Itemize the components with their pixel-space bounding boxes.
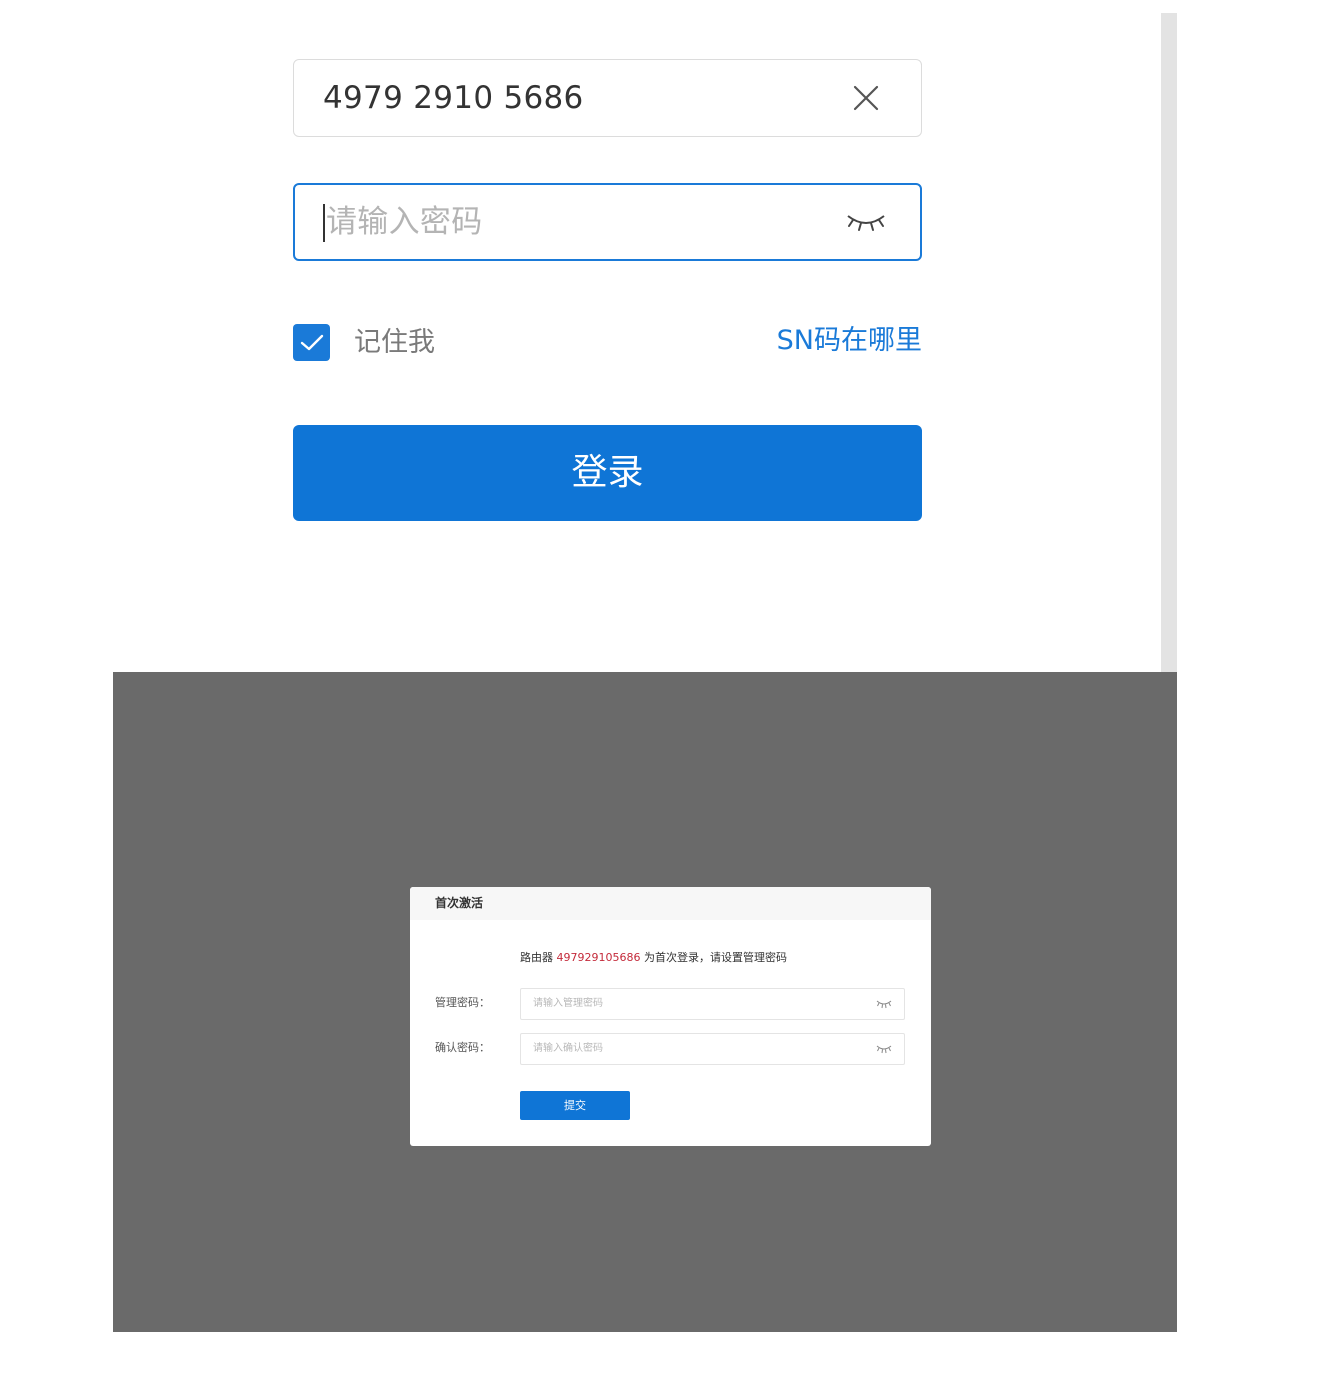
admin-password-input[interactable]: 请输入管理密码 (520, 988, 905, 1020)
eye-closed-icon[interactable] (876, 1043, 892, 1055)
dialog-header (410, 887, 931, 920)
sn-help-link[interactable]: SN码在哪里 (777, 321, 922, 361)
scrollbar-track[interactable] (1161, 13, 1177, 673)
confirm-password-input[interactable]: 请输入确认密码 (520, 1033, 905, 1065)
confirm-password-placeholder: 请输入确认密码 (533, 1043, 603, 1054)
clear-icon[interactable] (836, 60, 896, 136)
admin-password-label: 管理密码： (435, 996, 490, 1009)
activation-dialog: 首次激活 路由器 497929105686 为首次登录，请设置管理密码 管理密码… (410, 887, 931, 1146)
eye-closed-icon[interactable] (836, 185, 896, 259)
admin-password-placeholder: 请输入管理密码 (533, 998, 603, 1009)
sn-input-value: 4979 2910 5686 (323, 80, 584, 116)
checkmark-icon (300, 334, 323, 350)
activation-message: 路由器 497929105686 为首次登录，请设置管理密码 (520, 950, 787, 966)
router-sn: 497929105686 (556, 951, 641, 964)
dialog-title: 首次激活 (435, 896, 484, 910)
password-input[interactable]: 请输入密码 (293, 183, 922, 261)
sn-input[interactable]: 4979 2910 5686 (293, 59, 922, 137)
remember-me-label[interactable]: 记住我 (354, 323, 435, 363)
confirm-password-label: 确认密码： (435, 1041, 490, 1054)
text-cursor (323, 204, 325, 242)
login-button[interactable]: 登录 (293, 425, 922, 521)
eye-closed-icon[interactable] (876, 998, 892, 1010)
submit-button[interactable]: 提交 (520, 1091, 630, 1120)
message-suffix: 为首次登录，请设置管理密码 (640, 951, 787, 964)
password-placeholder: 请输入密码 (326, 204, 483, 240)
remember-me-checkbox[interactable] (293, 324, 330, 361)
message-prefix: 路由器 (520, 951, 557, 964)
